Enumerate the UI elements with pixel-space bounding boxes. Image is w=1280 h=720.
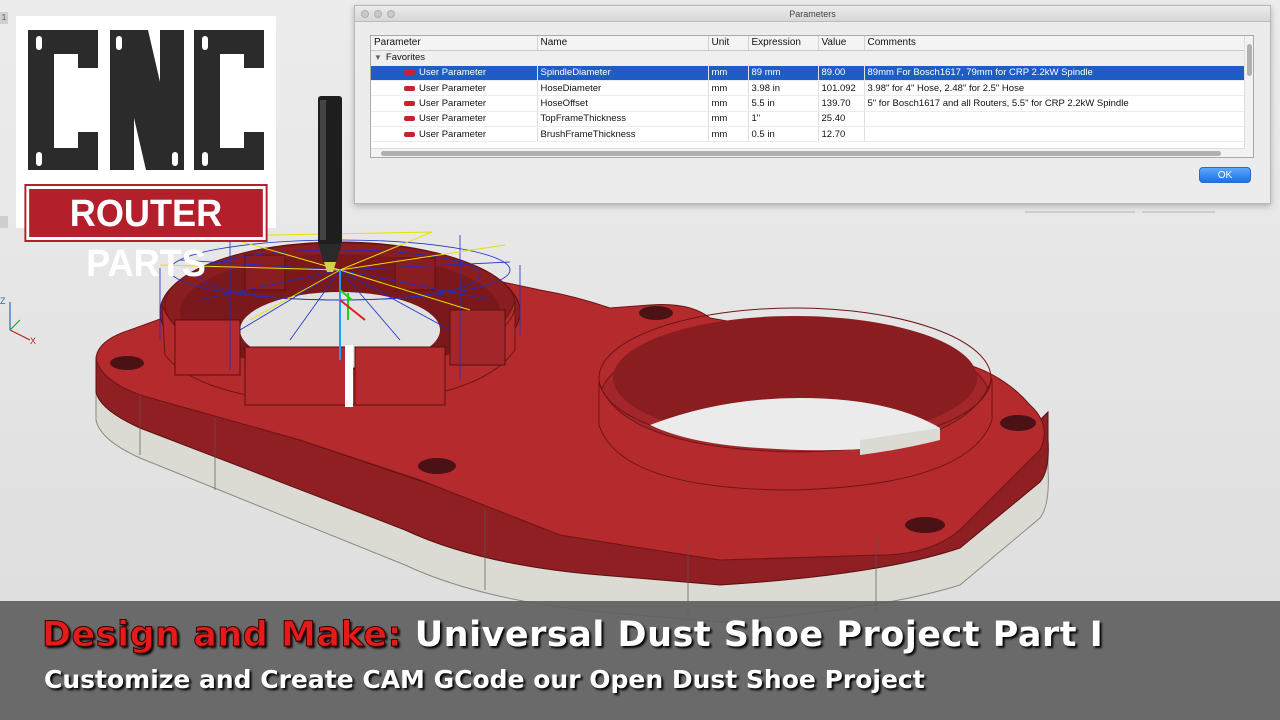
row-parameter: User Parameter xyxy=(419,128,487,140)
row-expression[interactable]: 89 mm xyxy=(748,65,819,82)
row-unit[interactable]: mm xyxy=(708,65,749,82)
cnc-logo-letters xyxy=(28,30,264,170)
col-header-expression[interactable]: Expression xyxy=(748,36,819,51)
row-parameter: User Parameter xyxy=(419,67,487,79)
row-expression[interactable]: 3.98 in xyxy=(748,80,819,97)
row-name[interactable]: TopFrameThickness xyxy=(537,111,709,127)
caption-title-white: Universal Dust Shoe Project Part I xyxy=(402,615,1104,655)
col-header-value[interactable]: Value xyxy=(818,36,865,51)
row-unit[interactable]: mm xyxy=(708,95,749,112)
col-header-parameter[interactable]: Parameter xyxy=(371,36,538,51)
row-name[interactable]: SpindleDiameter xyxy=(537,65,709,82)
row-unit[interactable]: mm xyxy=(708,126,749,143)
parameters-dialog[interactable]: Parameters Parameter Name Unit Expressio… xyxy=(354,5,1271,204)
row-value: 101.092 xyxy=(818,80,865,97)
left-edge-tab[interactable]: 1 xyxy=(0,12,8,24)
caption-title: Design and Make: Universal Dust Shoe Pro… xyxy=(41,615,1104,665)
video-caption-bar: Design and Make: Universal Dust Shoe Pro… xyxy=(0,601,1280,720)
ok-button[interactable]: OK xyxy=(1199,167,1251,183)
zoom-dot-icon[interactable] xyxy=(387,10,395,18)
caption-title-red: Design and Make: xyxy=(41,615,403,656)
minimize-dot-icon[interactable] xyxy=(374,10,382,18)
table-header-row: Parameter Name Unit Expression Value Com… xyxy=(371,36,1246,51)
dialog-titlebar[interactable]: Parameters xyxy=(355,6,1270,22)
row-unit[interactable]: mm xyxy=(708,80,749,97)
user-parameter-icon xyxy=(404,116,415,122)
table-row[interactable]: User Parameter TopFrameThickness mm 1" 2… xyxy=(371,111,1246,127)
dialog-title: Parameters xyxy=(789,9,836,19)
axis-x-label: X xyxy=(30,336,37,346)
row-expression[interactable]: 1" xyxy=(748,111,819,127)
user-parameter-icon xyxy=(404,70,415,76)
col-header-name[interactable]: Name xyxy=(537,36,709,51)
row-comment[interactable] xyxy=(864,126,1246,143)
cnc-router-parts-logo: ROUTER PARTS xyxy=(16,16,276,285)
col-header-unit[interactable]: Unit xyxy=(708,36,749,51)
user-parameter-icon xyxy=(404,85,415,91)
parameters-table[interactable]: Parameter Name Unit Expression Value Com… xyxy=(370,35,1254,158)
table-row[interactable]: User Parameter SpindleDiameter mm 89 mm … xyxy=(371,65,1246,82)
table-row[interactable]: User Parameter HoseDiameter mm 3.98 in 1… xyxy=(371,80,1246,97)
user-parameter-icon xyxy=(404,131,415,137)
col-header-comments[interactable]: Comments xyxy=(864,36,1246,51)
row-parameter: User Parameter xyxy=(419,98,487,110)
table-row[interactable]: User Parameter BrushFrameThickness mm 0.… xyxy=(371,126,1246,143)
row-value: 139.70 xyxy=(818,95,865,112)
row-value: 89.00 xyxy=(818,65,865,82)
left-edge-tab-2[interactable] xyxy=(0,216,8,228)
axis-triad xyxy=(9,302,31,341)
horizontal-scrollbar[interactable] xyxy=(371,148,1245,157)
vertical-scrollbar[interactable] xyxy=(1244,36,1253,157)
close-dot-icon[interactable] xyxy=(361,10,369,18)
row-unit[interactable]: mm xyxy=(708,111,749,127)
scroll-thumb[interactable] xyxy=(1247,44,1252,76)
group-label: Favorites xyxy=(385,52,425,64)
axis-z-label: Z xyxy=(0,296,6,306)
row-value: 25.40 xyxy=(818,111,865,127)
group-row-favorites[interactable]: ▼ Favorites xyxy=(371,50,1246,66)
row-expression[interactable]: 0.5 in xyxy=(748,126,819,143)
logo-banner: ROUTER PARTS xyxy=(24,184,268,285)
row-comment[interactable]: 89mm For Bosch1617, 79mm for CRP 2.2kW S… xyxy=(864,65,1246,82)
row-value: 12.70 xyxy=(818,126,865,143)
row-comment[interactable]: 3.98" for 4" Hose, 2.48" for 2.5" Hose xyxy=(864,80,1246,97)
row-name[interactable]: HoseOffset xyxy=(537,95,709,112)
row-name[interactable]: BrushFrameThickness xyxy=(537,126,709,143)
user-parameter-icon xyxy=(404,101,415,107)
row-name[interactable]: HoseDiameter xyxy=(537,80,709,97)
disclosure-triangle-icon[interactable]: ▼ xyxy=(374,53,382,62)
row-parameter: User Parameter xyxy=(419,82,487,94)
scroll-thumb[interactable] xyxy=(381,151,1221,156)
row-comment[interactable] xyxy=(864,111,1246,127)
caption-subtitle: Customize and Create CAM GCode our Open … xyxy=(44,665,925,694)
row-parameter: User Parameter xyxy=(419,113,487,125)
table-row[interactable]: User Parameter HoseOffset mm 5.5 in 139.… xyxy=(371,95,1246,112)
row-comment[interactable]: 5" for Bosch1617 and all Routers, 5.5" f… xyxy=(864,95,1246,112)
row-expression[interactable]: 5.5 in xyxy=(748,95,819,112)
